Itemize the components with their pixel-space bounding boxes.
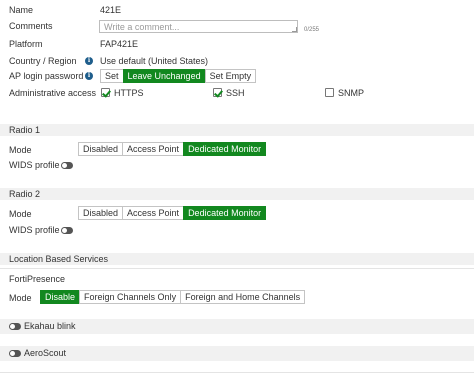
radio1-access-point-button[interactable]: Access Point	[122, 142, 185, 156]
lbs-title: Location Based Services	[9, 254, 109, 264]
fortipresence-title: FortiPresence	[9, 274, 66, 284]
comments-input[interactable]	[99, 20, 298, 33]
ekahau-label: Ekahau blink	[24, 321, 76, 331]
resize-grip-icon[interactable]	[292, 27, 297, 32]
set-empty-button[interactable]: Set Empty	[204, 69, 257, 83]
divider	[0, 268, 474, 269]
ssh-label: SSH	[226, 88, 245, 98]
radio2-title: Radio 2	[9, 189, 41, 199]
ap-login-label: AP login password	[9, 71, 84, 81]
snmp-checkbox[interactable]	[325, 88, 334, 97]
https-label: HTTPS	[114, 88, 144, 98]
radio1-mode-button-group: Disabled Access Point Dedicated Monitor	[78, 142, 267, 156]
platform-label: Platform	[9, 39, 43, 49]
lbs-section-header: Location Based Services	[0, 253, 474, 265]
radio2-wids-label: WIDS profile	[9, 225, 60, 235]
info-icon[interactable]: i	[85, 57, 93, 65]
name-value: 421E	[100, 5, 122, 15]
fortipresence-mode-label: Mode	[9, 293, 32, 303]
aeroscout-row: AeroScout	[0, 346, 474, 361]
country-label: Country / Region	[9, 56, 77, 66]
fortipresence-foreign-home-button[interactable]: Foreign and Home Channels	[180, 290, 306, 304]
radio2-mode-label: Mode	[9, 209, 32, 219]
divider	[0, 372, 474, 373]
radio1-dedicated-monitor-button[interactable]: Dedicated Monitor	[183, 142, 267, 156]
ssh-checkbox[interactable]	[213, 88, 222, 97]
ekahau-toggle[interactable]	[9, 323, 21, 330]
platform-value: FAP421E	[100, 39, 139, 49]
radio1-wids-label: WIDS profile	[9, 160, 60, 170]
radio2-section-header: Radio 2	[0, 188, 474, 200]
radio1-mode-label: Mode	[9, 145, 32, 155]
fortipresence-foreign-only-button[interactable]: Foreign Channels Only	[79, 290, 182, 304]
aeroscout-toggle[interactable]	[9, 350, 21, 357]
aeroscout-label: AeroScout	[24, 348, 67, 358]
set-button[interactable]: Set	[100, 69, 124, 83]
name-label: Name	[9, 5, 34, 15]
radio1-section-header: Radio 1	[0, 124, 474, 136]
radio2-mode-button-group: Disabled Access Point Dedicated Monitor	[78, 206, 267, 220]
radio2-dedicated-monitor-button[interactable]: Dedicated Monitor	[183, 206, 267, 220]
comments-counter: 0/255	[304, 27, 320, 33]
radio2-access-point-button[interactable]: Access Point	[122, 206, 185, 220]
radio1-disabled-button[interactable]: Disabled	[78, 142, 124, 156]
fortipresence-disable-button[interactable]: Disable	[40, 290, 81, 304]
https-checkbox[interactable]	[101, 88, 110, 97]
ekahau-row: Ekahau blink	[0, 319, 474, 334]
leave-unchanged-button[interactable]: Leave Unchanged	[122, 69, 206, 83]
radio2-disabled-button[interactable]: Disabled	[78, 206, 124, 220]
fortipresence-mode-button-group: Disable Foreign Channels Only Foreign an…	[40, 290, 306, 304]
info-icon[interactable]: i	[85, 72, 93, 80]
country-value: Use default (United States)	[100, 56, 209, 66]
ap-login-button-group: Set Leave Unchanged Set Empty	[100, 69, 257, 83]
radio1-title: Radio 1	[9, 125, 41, 135]
radio2-wids-toggle[interactable]	[61, 227, 73, 234]
admin-access-label: Administrative access	[9, 88, 97, 98]
radio1-wids-toggle[interactable]	[61, 162, 73, 169]
snmp-label: SNMP	[338, 88, 365, 98]
